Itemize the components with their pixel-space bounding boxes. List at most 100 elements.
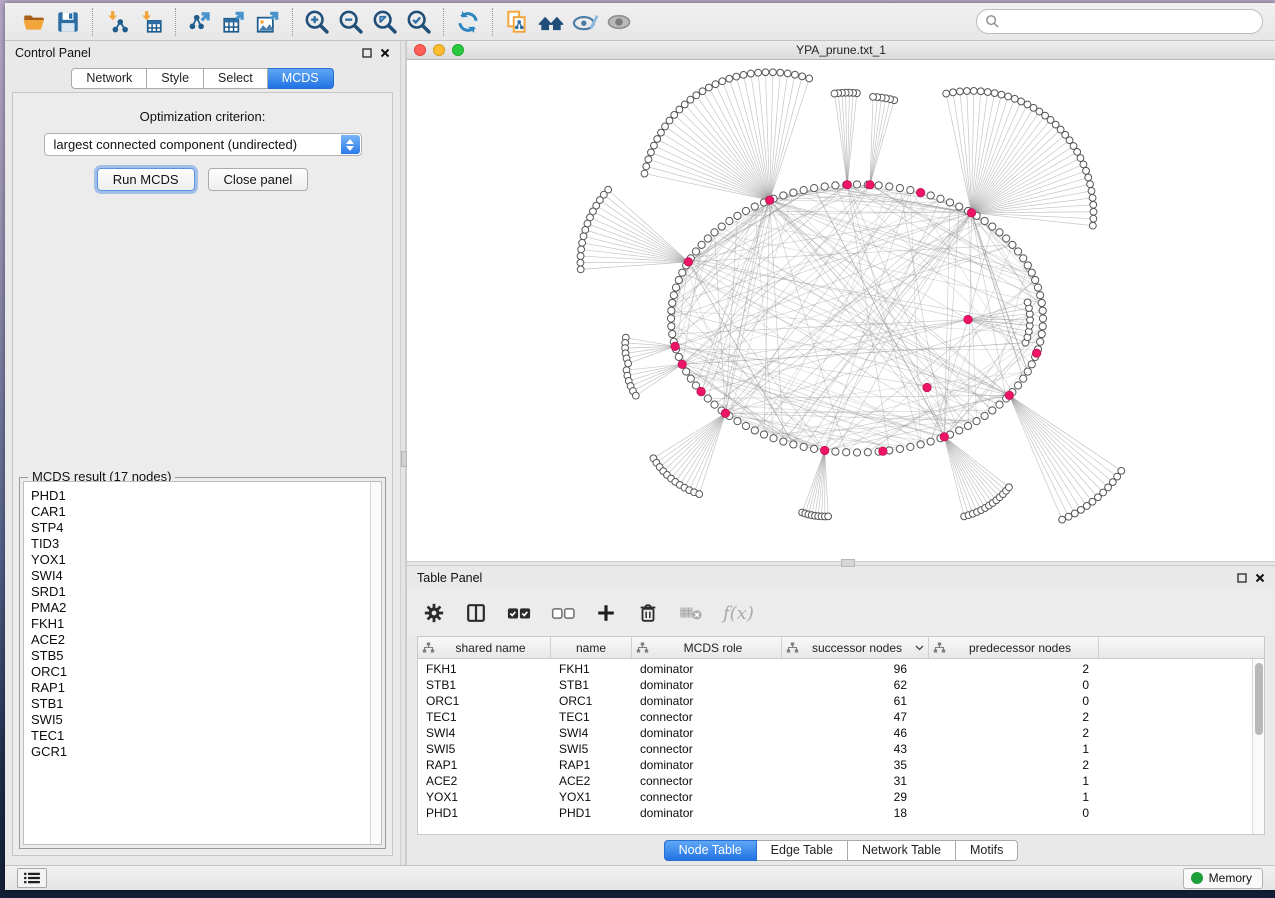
column-selector-button[interactable] xyxy=(465,602,487,624)
mcds-node-item[interactable]: TEC1 xyxy=(31,728,381,744)
refresh-view-button[interactable] xyxy=(451,7,485,37)
cell-successor-nodes: 18 xyxy=(782,806,929,820)
mcds-node-item[interactable]: ORC1 xyxy=(31,664,381,680)
mcds-list-scrollbar[interactable] xyxy=(370,482,381,844)
table-panel-title: Table Panel xyxy=(417,571,482,585)
mcds-node-item[interactable]: SWI5 xyxy=(31,712,381,728)
export-image-button[interactable] xyxy=(251,7,285,37)
mcds-result-list[interactable]: PHD1CAR1STP4TID3YOX1SWI4SRD1PMA2FKH1ACE2… xyxy=(23,481,382,845)
open-file-button[interactable] xyxy=(17,7,51,37)
network-view-canvas[interactable] xyxy=(407,60,1275,561)
zoom-fit-button[interactable] xyxy=(368,7,402,37)
unchecked-boxes-icon xyxy=(551,605,575,621)
function-builder-button[interactable]: f(x) xyxy=(723,603,754,624)
scrollbar-thumb[interactable] xyxy=(1255,663,1263,735)
tab-node-table[interactable]: Node Table xyxy=(664,840,757,861)
import-network-icon xyxy=(104,9,130,35)
save-session-button[interactable] xyxy=(51,7,85,37)
zoom-in-button[interactable] xyxy=(300,7,334,37)
table-row[interactable]: TEC1TEC1connector472 xyxy=(418,709,1264,725)
memory-button[interactable]: Memory xyxy=(1183,868,1263,889)
dropdown-stepper-icon xyxy=(341,135,360,154)
tab-network[interactable]: Network xyxy=(71,68,147,89)
cell-MCDS-role: dominator xyxy=(632,758,782,772)
import-table-button[interactable] xyxy=(134,7,168,37)
table-row[interactable]: ORC1ORC1dominator610 xyxy=(418,693,1264,709)
tab-network-table[interactable]: Network Table xyxy=(848,840,956,861)
deselect-all-button[interactable] xyxy=(551,605,575,621)
select-all-button[interactable] xyxy=(507,605,531,621)
table-row[interactable]: FKH1FKH1dominator962 xyxy=(418,661,1264,677)
mcds-node-item[interactable]: CAR1 xyxy=(31,504,381,520)
add-row-button[interactable] xyxy=(595,602,617,624)
close-panel-icon[interactable] xyxy=(380,48,390,58)
table-scrollbar[interactable] xyxy=(1252,659,1264,834)
table-row[interactable]: PHD1PHD1dominator180 xyxy=(418,805,1264,821)
cell-shared-name: RAP1 xyxy=(418,758,551,772)
mcds-node-item[interactable]: STB1 xyxy=(31,696,381,712)
mcds-node-item[interactable]: SWI4 xyxy=(31,568,381,584)
mcds-node-item[interactable]: STB5 xyxy=(31,648,381,664)
table-row[interactable]: YOX1YOX1connector291 xyxy=(418,789,1264,805)
settings-gear-button[interactable] xyxy=(423,602,445,624)
cell-MCDS-role: dominator xyxy=(632,662,782,676)
mcds-node-item[interactable]: RAP1 xyxy=(31,680,381,696)
table-row[interactable]: SWI5SWI5connector431 xyxy=(418,741,1264,757)
show-all-button[interactable] xyxy=(602,7,636,37)
column-header-successor-nodes[interactable]: successor nodes xyxy=(782,637,929,658)
tab-mcds[interactable]: MCDS xyxy=(268,68,334,89)
close-panel-button[interactable]: Close panel xyxy=(208,168,309,191)
tab-select[interactable]: Select xyxy=(204,68,268,89)
search-input[interactable] xyxy=(976,9,1263,34)
table-row[interactable]: STB1STB1dominator620 xyxy=(418,677,1264,693)
float-panel-icon[interactable] xyxy=(1237,573,1247,583)
mcds-node-item[interactable]: PHD1 xyxy=(31,488,381,504)
criterion-selected-value: largest connected component (undirected) xyxy=(54,137,298,152)
column-header-name[interactable]: name xyxy=(551,637,632,658)
mcds-node-item[interactable]: TID3 xyxy=(31,536,381,552)
export-table-button[interactable] xyxy=(217,7,251,37)
close-panel-icon[interactable] xyxy=(1255,573,1265,583)
run-mcds-button[interactable]: Run MCDS xyxy=(97,168,195,191)
zoom-selected-button[interactable] xyxy=(402,7,436,37)
splitter-handle[interactable] xyxy=(841,559,855,567)
optimization-criterion-label: Optimization criterion: xyxy=(13,109,392,124)
zoom-out-button[interactable] xyxy=(334,7,368,37)
first-neighbors-button[interactable] xyxy=(534,7,568,37)
table-row[interactable]: RAP1RAP1dominator352 xyxy=(418,757,1264,773)
show-all-eye-icon xyxy=(605,8,633,36)
mcds-node-item[interactable]: STP4 xyxy=(31,520,381,536)
delete-table-button[interactable] xyxy=(679,604,703,622)
splitter-handle[interactable] xyxy=(401,451,407,467)
cell-predecessor-nodes: 2 xyxy=(929,710,1099,724)
cell-successor-nodes: 46 xyxy=(782,726,929,740)
mcds-node-item[interactable]: SRD1 xyxy=(31,584,381,600)
table-row[interactable]: ACE2ACE2connector311 xyxy=(418,773,1264,789)
horizontal-splitter[interactable] xyxy=(407,561,1275,566)
network-window-titlebar[interactable]: YPA_prune.txt_1 xyxy=(407,41,1275,60)
import-network-button[interactable] xyxy=(100,7,134,37)
table-row[interactable]: SWI4SWI4dominator462 xyxy=(418,725,1264,741)
mcds-node-item[interactable]: YOX1 xyxy=(31,552,381,568)
export-network-button[interactable] xyxy=(183,7,217,37)
delete-row-button[interactable] xyxy=(637,602,659,624)
tab-motifs[interactable]: Motifs xyxy=(956,840,1018,861)
hide-selected-button[interactable] xyxy=(568,7,602,37)
vertical-splitter[interactable] xyxy=(400,41,406,865)
column-header-shared-name[interactable]: shared name xyxy=(418,637,551,658)
copy-network-view-button[interactable] xyxy=(500,7,534,37)
column-header-predecessor-nodes[interactable]: predecessor nodes xyxy=(929,637,1099,658)
mcds-node-item[interactable]: GCR1 xyxy=(31,744,381,760)
cell-shared-name: FKH1 xyxy=(418,662,551,676)
criterion-dropdown[interactable]: largest connected component (undirected) xyxy=(44,133,362,156)
task-history-button[interactable] xyxy=(17,868,47,888)
column-header-MCDS-role[interactable]: MCDS role xyxy=(632,637,782,658)
float-panel-icon[interactable] xyxy=(362,48,372,58)
tab-edge-table[interactable]: Edge Table xyxy=(757,840,848,861)
gear-icon xyxy=(423,602,445,624)
mcds-node-item[interactable]: ACE2 xyxy=(31,632,381,648)
mcds-node-item[interactable]: FKH1 xyxy=(31,616,381,632)
mcds-node-item[interactable]: PMA2 xyxy=(31,600,381,616)
tab-style[interactable]: Style xyxy=(147,68,204,89)
checked-boxes-icon xyxy=(507,605,531,621)
